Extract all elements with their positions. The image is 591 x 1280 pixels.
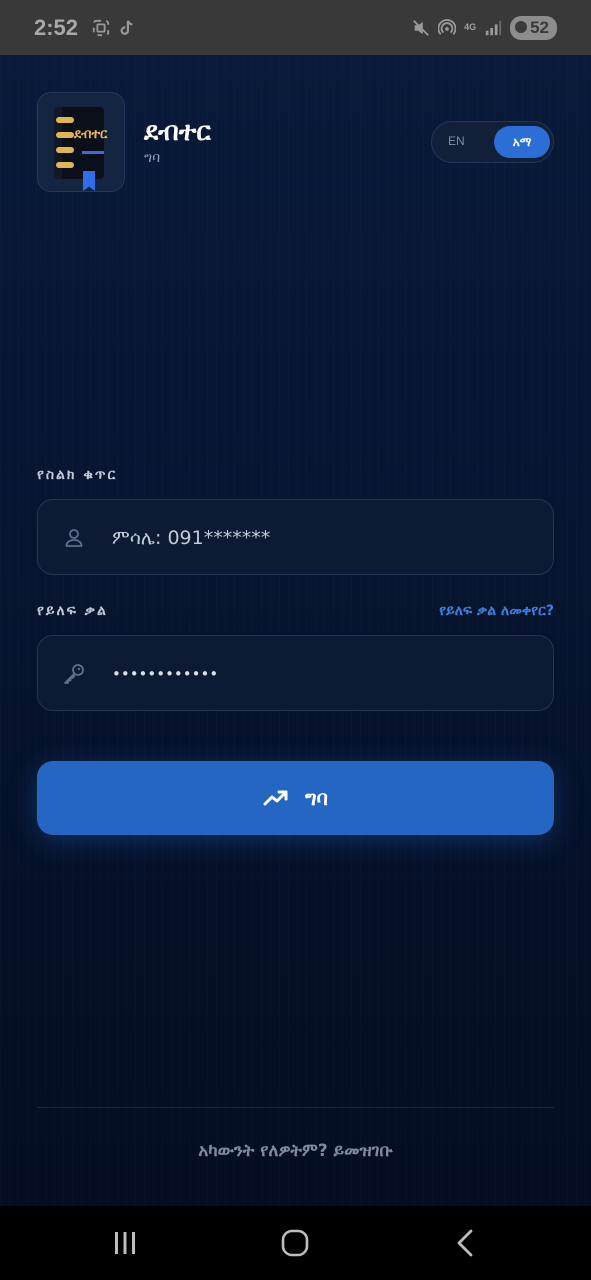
app-title: ደብተር [144,117,211,147]
password-label: የይለፍ ቃል [37,603,108,619]
hotspot-icon [438,18,457,35]
login-button[interactable]: ግባ [37,761,554,835]
lang-option-en[interactable]: EN [448,134,465,148]
login-button-label: ግባ [304,786,329,810]
home-icon [282,1229,309,1257]
home-button[interactable] [265,1218,325,1268]
phone-input[interactable] [112,522,532,554]
back-button[interactable] [436,1218,496,1268]
recent-apps-button[interactable] [95,1218,155,1268]
language-toggle[interactable]: EN አማ [431,121,554,163]
user-icon [65,529,83,547]
mute-icon [413,19,429,36]
password-field[interactable] [37,635,554,711]
signal-icon [485,20,502,35]
status-time: 2:52 [34,14,79,40]
tiktok-icon [120,19,133,35]
phone-field[interactable] [37,499,554,575]
phone-label: የስልክ ቁጥር [37,467,118,483]
bookmark-icon [83,171,95,191]
logo-text: ደብተር [74,127,108,142]
system-nav-bar [0,1206,591,1280]
recent-apps-icon [115,1232,136,1254]
forgot-password-link[interactable]: የይለፍ ቃል ለመቀየር? [439,603,554,619]
status-bar: 2:52 4G 52 [0,0,591,55]
app-logo: ደብተር [37,92,125,192]
lang-option-am[interactable]: አማ [494,126,550,158]
divider [37,1107,554,1108]
login-screen: ደብተር ደብተር ግባ EN አማ የስልክ ቁጥር የይለፍ ቃል የይለፍ… [0,55,591,1206]
network-type: 4G [464,22,477,32]
key-icon [64,664,84,684]
notebook-icon: ደብተር [54,107,108,179]
password-input[interactable] [112,658,532,690]
register-link[interactable]: አካውንት የለዎትም? ይመዝገቡ [0,1141,591,1161]
screenshot-icon [92,19,110,36]
battery-indicator: 52 [510,15,557,40]
back-icon [457,1229,473,1257]
trending-up-icon [263,790,288,806]
app-subtitle: ግባ [144,150,161,166]
